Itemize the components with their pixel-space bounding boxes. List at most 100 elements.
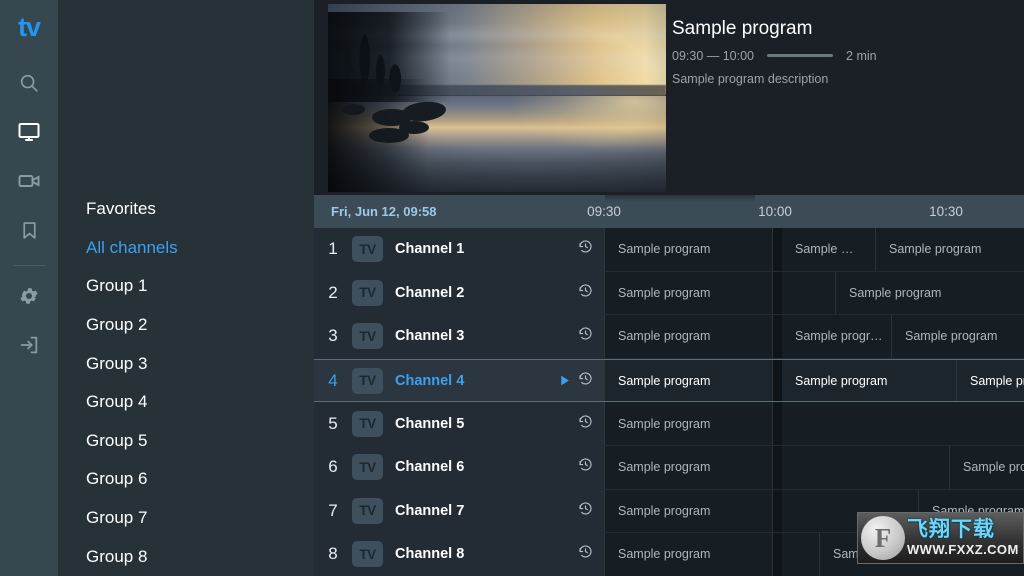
channel-logo: TV bbox=[352, 279, 383, 306]
channel-number: 3 bbox=[328, 326, 338, 346]
channel-cell[interactable]: 5 TV Channel 5 bbox=[314, 402, 605, 445]
channel-cell[interactable]: 4 TV Channel 4 bbox=[314, 359, 605, 402]
program-track: Sample program Sample progr… Sample progra… bbox=[605, 315, 1024, 358]
catchup-clock-icon[interactable] bbox=[578, 239, 593, 259]
catchup-clock-icon[interactable] bbox=[578, 457, 593, 477]
channel-logo: TV bbox=[352, 541, 383, 568]
program-cell[interactable]: Sample program bbox=[782, 359, 957, 402]
channel-logo: TV bbox=[352, 236, 383, 263]
epg-main: Sample program 09:30 — 10:00 2 min Sampl… bbox=[314, 0, 1024, 576]
program-cell[interactable]: Sample program bbox=[605, 359, 773, 402]
channel-row[interactable]: 6 TV Channel 6 Sample program Sample pro bbox=[314, 445, 1024, 490]
program-cell[interactable]: Sample pro bbox=[957, 359, 1024, 402]
channel-row[interactable]: 4 TV Channel 4 Sample program Sample program… bbox=[314, 358, 1024, 403]
channel-number: 4 bbox=[328, 370, 338, 390]
program-info: Sample program 09:30 — 10:00 2 min Sampl… bbox=[672, 18, 1012, 86]
catchup-clock-icon[interactable] bbox=[578, 283, 593, 303]
program-track: Sample program Sample … Sample program bbox=[605, 228, 1024, 271]
navigation-rail: tv bbox=[0, 0, 58, 576]
program-cell[interactable]: Sample program bbox=[605, 402, 773, 445]
group-item-all-channels[interactable]: All channels bbox=[58, 229, 314, 268]
catchup-clock-icon[interactable] bbox=[578, 414, 593, 434]
bookmark-icon[interactable] bbox=[9, 210, 49, 250]
program-cell[interactable]: Sample progr… bbox=[782, 315, 892, 358]
program-poster-image bbox=[328, 4, 666, 192]
program-cell[interactable] bbox=[782, 533, 820, 576]
channel-icons bbox=[578, 283, 604, 303]
channel-logo: TV bbox=[352, 367, 383, 394]
tv-icon[interactable] bbox=[9, 112, 49, 152]
tv-epg-app: tv Favorites All channels Group 1 Group … bbox=[0, 0, 1024, 576]
rail-divider bbox=[13, 265, 45, 266]
channel-row[interactable]: 5 TV Channel 5 Sample program bbox=[314, 402, 1024, 446]
channel-logo: TV bbox=[352, 497, 383, 524]
channel-cell[interactable]: 2 TV Channel 2 bbox=[314, 271, 605, 315]
group-item-group-6[interactable]: Group 6 bbox=[58, 460, 314, 499]
channel-name: Channel 3 bbox=[395, 328, 465, 345]
program-cell[interactable] bbox=[782, 271, 836, 315]
program-cell[interactable]: Sample program bbox=[892, 315, 1024, 358]
channel-name: Channel 2 bbox=[395, 284, 465, 301]
group-item-group-3[interactable]: Group 3 bbox=[58, 344, 314, 383]
group-item-group-2[interactable]: Group 2 bbox=[58, 306, 314, 345]
program-preview-panel: Sample program 09:30 — 10:00 2 min Sampl… bbox=[314, 0, 1024, 195]
catchup-clock-icon[interactable] bbox=[578, 371, 593, 391]
program-cell[interactable]: Sample program bbox=[876, 228, 1024, 271]
group-item-favorites[interactable]: Favorites bbox=[58, 190, 314, 229]
channel-number: 6 bbox=[328, 457, 338, 477]
program-cell[interactable] bbox=[782, 445, 950, 489]
group-item-group-5[interactable]: Group 5 bbox=[58, 422, 314, 461]
channel-group-list: Favorites All channels Group 1 Group 2 Group… bbox=[58, 0, 314, 576]
program-cell[interactable]: Sample program bbox=[605, 315, 773, 358]
search-icon[interactable] bbox=[9, 63, 49, 103]
channel-row[interactable]: 2 TV Channel 2 Sample program Sample program bbox=[314, 271, 1024, 316]
program-cell[interactable]: Sample program bbox=[605, 489, 773, 533]
watermark-logo-icon: F bbox=[861, 516, 905, 560]
watermark-url: WWW.FXXZ.COM bbox=[907, 541, 1019, 557]
channel-logo: TV bbox=[352, 323, 383, 350]
channel-name: Channel 1 bbox=[395, 241, 465, 258]
channel-name: Channel 6 bbox=[395, 459, 465, 476]
program-cell[interactable]: Sample program bbox=[605, 445, 773, 489]
program-time-range: 09:30 — 10:00 bbox=[672, 48, 755, 63]
channel-cell[interactable]: 8 TV Channel 8 bbox=[314, 533, 605, 576]
program-cell[interactable]: Sample … bbox=[782, 228, 876, 271]
channel-cell[interactable]: 1 TV Channel 1 bbox=[314, 228, 605, 271]
channel-cell[interactable]: 3 TV Channel 3 bbox=[314, 315, 605, 358]
channel-cell[interactable]: 6 TV Channel 6 bbox=[314, 445, 605, 489]
watermark-text: 飞翔下载 WWW.FXXZ.COM bbox=[907, 519, 1019, 557]
channel-icons bbox=[578, 326, 604, 346]
recordings-icon[interactable] bbox=[9, 161, 49, 201]
group-item-group-7[interactable]: Group 7 bbox=[58, 499, 314, 538]
program-duration: 2 min bbox=[846, 48, 877, 63]
program-track: Sample program Sample program bbox=[605, 271, 1024, 315]
catchup-clock-icon[interactable] bbox=[578, 326, 593, 346]
channel-cell[interactable]: 7 TV Channel 7 bbox=[314, 489, 605, 533]
watermark-overlay: F 飞翔下载 WWW.FXXZ.COM bbox=[857, 512, 1024, 564]
timeline-tick: 09:30 bbox=[587, 204, 621, 219]
program-description: Sample program description bbox=[672, 71, 829, 86]
program-cell[interactable]: Sample pro bbox=[950, 445, 1024, 489]
program-cell[interactable]: Sample program bbox=[605, 271, 773, 315]
channel-number: 8 bbox=[328, 544, 338, 564]
program-track: Sample program Sample pro bbox=[605, 445, 1024, 489]
channel-name: Channel 4 bbox=[395, 372, 465, 389]
group-item-group-8[interactable]: Group 8 bbox=[58, 537, 314, 576]
play-icon[interactable] bbox=[558, 374, 571, 387]
catchup-clock-icon[interactable] bbox=[578, 501, 593, 521]
program-cell[interactable]: Sample program bbox=[605, 533, 773, 576]
program-cell[interactable]: Sample program bbox=[605, 228, 773, 271]
program-track: Sample program bbox=[605, 402, 1024, 445]
channel-icons bbox=[578, 544, 604, 564]
program-cell[interactable]: Sample program bbox=[836, 271, 1024, 315]
program-cell[interactable] bbox=[782, 402, 1024, 445]
channel-row[interactable]: 1 TV Channel 1 Sample program Sample … Sample… bbox=[314, 228, 1024, 272]
exit-icon[interactable] bbox=[9, 325, 49, 365]
group-item-group-1[interactable]: Group 1 bbox=[58, 267, 314, 306]
watermark-logo-letter: F bbox=[874, 522, 892, 553]
group-item-group-4[interactable]: Group 4 bbox=[58, 383, 314, 422]
program-meta-row: 09:30 — 10:00 2 min bbox=[672, 49, 1012, 63]
gear-icon[interactable] bbox=[9, 276, 49, 316]
channel-row[interactable]: 3 TV Channel 3 Sample program Sample progr… S… bbox=[314, 315, 1024, 359]
catchup-clock-icon[interactable] bbox=[578, 544, 593, 564]
